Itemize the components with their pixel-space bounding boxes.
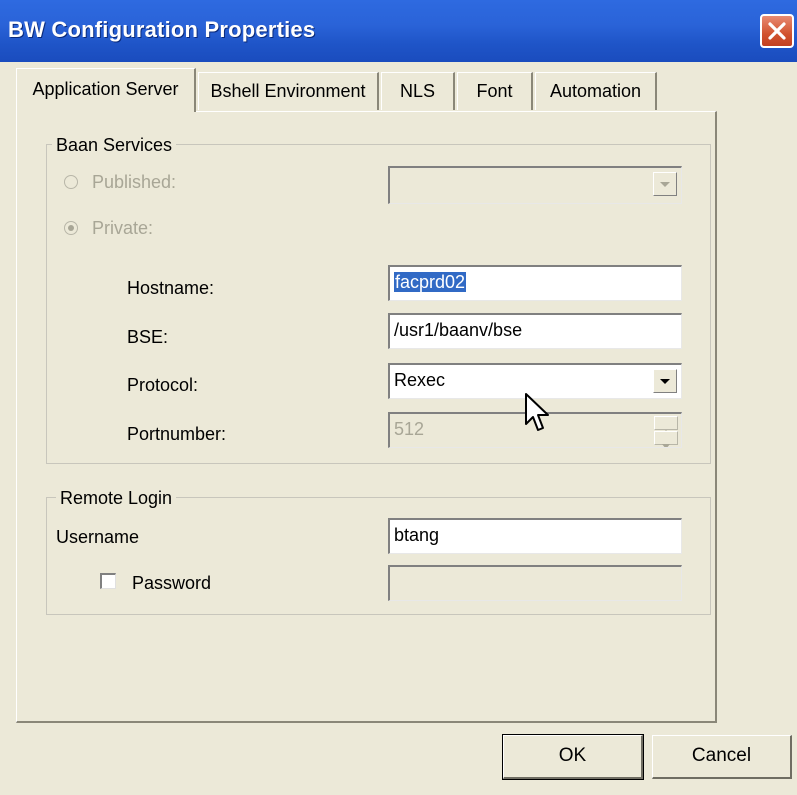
remote-login-title: Remote Login	[56, 487, 177, 509]
portnumber-label: Portnumber:	[127, 424, 227, 444]
password-label: Password	[132, 573, 212, 593]
published-dropdown-button[interactable]	[653, 172, 677, 196]
bse-value: /usr1/baanv/bse	[394, 320, 523, 340]
tab-font[interactable]: Font	[457, 72, 533, 110]
tab-label: Application Server	[32, 79, 179, 99]
bse-label: BSE:	[127, 327, 169, 347]
private-radio[interactable]	[64, 221, 78, 235]
ok-button[interactable]: OK	[502, 734, 644, 780]
protocol-label: Protocol:	[127, 375, 199, 395]
tab-label: NLS	[399, 81, 435, 101]
private-label: Private:	[92, 218, 154, 238]
tab-bshell-environment[interactable]: Bshell Environment	[198, 72, 379, 110]
chevron-down-icon	[654, 376, 676, 396]
username-input[interactable]: btang	[388, 518, 682, 554]
close-button[interactable]	[760, 14, 794, 48]
cancel-button-label: Cancel	[691, 745, 752, 766]
published-select[interactable]	[388, 166, 682, 204]
tab-label: Automation	[549, 81, 642, 101]
protocol-value: Rexec	[394, 370, 446, 390]
tab-application-server[interactable]: Application Server	[16, 68, 196, 112]
private-radio-dot	[68, 225, 74, 231]
portnumber-value: 512	[394, 419, 425, 439]
hostname-value: facprd02	[394, 272, 467, 292]
tab-automation[interactable]: Automation	[535, 72, 657, 110]
username-label: Username	[56, 527, 140, 547]
dialog-window: BW Configuration Properties Application …	[0, 0, 797, 795]
spin-down-button[interactable]	[654, 431, 678, 447]
window-title: BW Configuration Properties	[8, 17, 316, 42]
ok-button-label: OK	[558, 745, 587, 766]
tab-label: Bshell Environment	[210, 81, 366, 101]
title-bar[interactable]: BW Configuration Properties	[0, 0, 797, 62]
spin-up-button[interactable]	[654, 416, 678, 435]
cancel-button[interactable]: Cancel	[652, 735, 792, 779]
hostname-label: Hostname:	[127, 278, 215, 298]
bse-input[interactable]: /usr1/baanv/bse	[388, 313, 682, 349]
tab-label: Font	[476, 81, 513, 101]
published-label: Published:	[92, 172, 177, 192]
spin-down-icon	[655, 437, 677, 447]
password-input[interactable]	[388, 565, 682, 601]
hostname-input[interactable]: facprd02	[388, 265, 682, 301]
baan-services-title: Baan Services	[52, 134, 177, 156]
published-radio[interactable]	[64, 175, 78, 189]
mouse-pointer-icon	[524, 392, 554, 441]
tab-nls[interactable]: NLS	[381, 72, 455, 110]
password-checkbox[interactable]	[100, 573, 116, 589]
username-value: btang	[394, 525, 440, 545]
protocol-dropdown-button[interactable]	[653, 369, 677, 393]
chevron-down-icon	[654, 179, 676, 199]
